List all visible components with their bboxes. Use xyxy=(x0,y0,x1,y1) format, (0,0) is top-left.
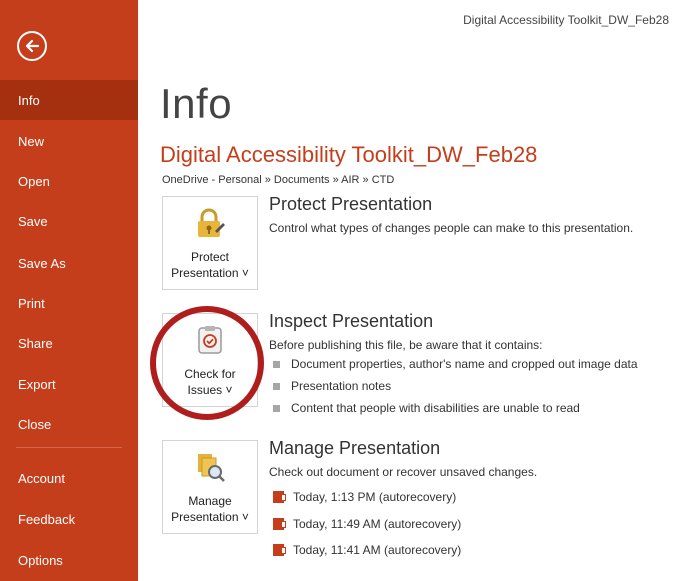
file-location-breadcrumb[interactable]: OneDrive - Personal » Documents » AIR » … xyxy=(162,174,394,186)
inspect-bullet: Document properties, author's name and c… xyxy=(269,357,638,371)
nav-item-label: Options xyxy=(18,552,63,568)
nav-item-label: Save xyxy=(18,213,48,229)
bullet-square-icon xyxy=(273,382,280,390)
back-button[interactable] xyxy=(17,31,47,61)
inspect-checklist-icon xyxy=(198,326,222,354)
nav-item-new[interactable]: New xyxy=(0,121,138,161)
manage-documents-icon xyxy=(198,454,225,482)
nav-divider xyxy=(16,447,122,448)
bullet-text: Presentation notes xyxy=(291,379,392,393)
manage-description: Check out document or recover unsaved ch… xyxy=(269,465,538,479)
nav-item-options[interactable]: Options xyxy=(0,540,138,580)
nav-item-label: Export xyxy=(18,376,56,392)
nav-item-info[interactable]: Info xyxy=(0,80,138,120)
tile-label-line1: Protect xyxy=(190,250,229,264)
nav-item-share[interactable]: Share xyxy=(0,323,138,363)
manage-heading: Manage Presentation xyxy=(269,438,441,458)
version-label: Today, 11:41 AM (autorecovery) xyxy=(293,543,462,557)
tile-label-line1: Manage xyxy=(188,494,232,508)
nav-item-export[interactable]: Export xyxy=(0,364,138,404)
nav-item-open[interactable]: Open xyxy=(0,161,138,201)
protect-presentation-button[interactable]: Protect Presentation ˅ xyxy=(162,196,258,290)
protect-description: Control what types of changes people can… xyxy=(269,221,634,235)
nav-item-account[interactable]: Account xyxy=(0,458,138,498)
nav-item-label: Share xyxy=(18,335,53,351)
manage-presentation-button[interactable]: Manage Presentation ˅ xyxy=(162,440,258,534)
version-item[interactable]: Today, 1:13 PM (autorecovery) xyxy=(269,490,456,504)
window-title: Digital Accessibility Toolkit_DW_Feb28 xyxy=(463,13,669,27)
nav-item-save-as[interactable]: Save As xyxy=(0,243,138,283)
inspect-heading: Inspect Presentation xyxy=(269,311,434,331)
nav-item-label: Feedback xyxy=(18,511,76,527)
bullet-square-icon xyxy=(273,404,280,412)
protect-heading: Protect Presentation xyxy=(269,194,433,214)
nav-item-close[interactable]: Close xyxy=(0,404,138,444)
tile-label-line1: Check for xyxy=(184,367,236,381)
nav-item-label: Print xyxy=(18,295,45,311)
document-title: Digital Accessibility Toolkit_DW_Feb28 xyxy=(160,142,538,167)
powerpoint-file-icon xyxy=(273,491,286,503)
version-label: Today, 11:49 AM (autorecovery) xyxy=(293,517,462,531)
lock-key-icon xyxy=(198,208,225,237)
backstage-view: Info New Open Save Save As Print Share E… xyxy=(0,0,689,581)
nav-item-label: Close xyxy=(18,416,52,432)
tile-label-line2: Presentation ˅ xyxy=(171,266,249,280)
backstage-sidebar: Info New Open Save Save As Print Share E… xyxy=(0,0,138,581)
powerpoint-file-icon xyxy=(273,544,286,556)
bullet-text: Content that people with disabilities ar… xyxy=(291,401,580,415)
check-for-issues-button[interactable]: Check for Issues ˅ xyxy=(162,313,258,407)
nav-item-label: New xyxy=(18,133,45,149)
inspect-description: Before publishing this file, be aware th… xyxy=(269,338,543,352)
version-item[interactable]: Today, 11:49 AM (autorecovery) xyxy=(269,517,461,531)
nav-item-save[interactable]: Save xyxy=(0,201,138,241)
version-item[interactable]: Today, 11:41 AM (autorecovery) xyxy=(269,543,461,557)
nav-item-label: Save As xyxy=(18,255,66,271)
powerpoint-file-icon xyxy=(273,518,286,530)
tile-label-line2: Presentation ˅ xyxy=(171,510,249,524)
nav-item-label: Info xyxy=(18,92,40,108)
inspect-bullet: Content that people with disabilities ar… xyxy=(269,401,580,415)
nav-item-label: Open xyxy=(18,173,50,189)
arrow-left-circle-icon xyxy=(25,39,40,53)
bullet-square-icon xyxy=(273,360,280,368)
nav-item-print[interactable]: Print xyxy=(0,283,138,323)
bullet-text: Document properties, author's name and c… xyxy=(291,357,638,371)
tile-label-line2: Issues ˅ xyxy=(187,383,233,397)
inspect-bullet: Presentation notes xyxy=(269,379,391,393)
nav-item-feedback[interactable]: Feedback xyxy=(0,499,138,539)
nav-item-label: Account xyxy=(18,470,65,486)
version-label: Today, 1:13 PM (autorecovery) xyxy=(293,490,457,504)
page-title: Info xyxy=(160,80,233,127)
